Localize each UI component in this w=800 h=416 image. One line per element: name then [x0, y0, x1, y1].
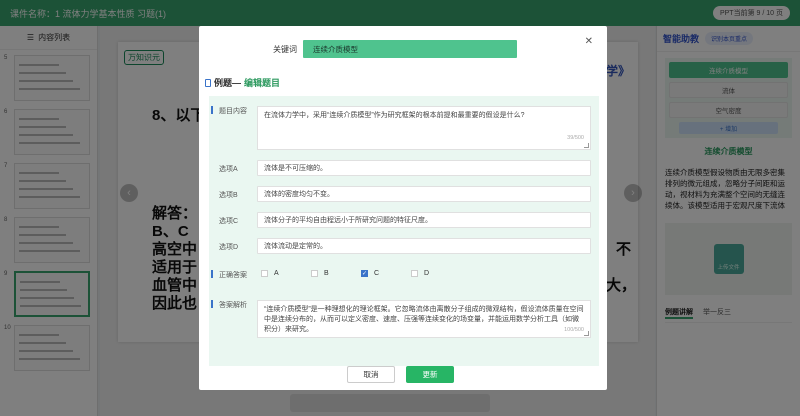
question-char-count: 39/500 [567, 135, 584, 141]
answer-letter: C [374, 270, 380, 277]
analysis-char-count: 100/500 [564, 325, 584, 335]
question-row: 题目内容 在流体力学中，采用“连续介质模型”作为研究框架的根本前提和最重要的假设… [209, 106, 591, 150]
option-row: 选项D 流体流动是定常的。 [209, 238, 591, 254]
answer-option-b[interactable]: B [311, 270, 351, 277]
question-label: 题目内容 [209, 106, 257, 116]
option-input[interactable]: 流体分子的平均自由程远小于所研究问题的特征尺度。 [257, 212, 591, 228]
option-label: 选项A [219, 166, 238, 173]
option-label: 选项D [219, 244, 239, 251]
answer-row: 正确答案 A B ✓ C D [209, 270, 451, 280]
analysis-text: “连续介质模型”是一种理想化的理论框架。它忽略流体由离散分子组成的微观结构，假设… [264, 306, 584, 333]
resize-handle-icon[interactable] [584, 331, 589, 336]
keyword-label: 关键词 [273, 44, 297, 54]
update-button[interactable]: 更新 [406, 366, 454, 383]
analysis-label: 答案解析 [209, 300, 257, 310]
option-input[interactable]: 流体流动是定常的。 [257, 238, 591, 254]
analysis-textarea[interactable]: “连续介质模型”是一种理想化的理论框架。它忽略流体由离散分子组成的微观结构，假设… [257, 300, 591, 338]
answer-option-a[interactable]: A [261, 270, 301, 277]
option-input[interactable]: 流体的密度均匀不变。 [257, 186, 591, 202]
cancel-button[interactable]: 取消 [347, 366, 395, 383]
edit-question-modal: ✕ 关键词 连续介质模型 例题— 编辑题目 题目内容 在流体力学中，采用“连续介质… [199, 26, 607, 390]
checkbox-checked[interactable]: ✓ [361, 270, 368, 277]
answer-label: 正确答案 [209, 270, 257, 280]
resize-handle-icon[interactable] [584, 143, 589, 148]
answer-letter: D [424, 270, 430, 277]
example-accent: 编辑题目 [244, 78, 281, 88]
example-prefix: 例题— [214, 78, 242, 88]
option-row: 选项A 流体是不可压缩的。 [209, 160, 591, 176]
close-icon[interactable]: ✕ [585, 36, 593, 47]
checkbox[interactable] [261, 270, 268, 277]
option-label: 选项B [219, 192, 238, 199]
answer-letter: A [274, 270, 279, 277]
option-row: 选项C 流体分子的平均自由程远小于所研究问题的特征尺度。 [209, 212, 591, 228]
answer-choices: A B ✓ C D [257, 270, 451, 277]
analysis-row: 答案解析 “连续介质模型”是一种理想化的理论框架。它忽略流体由离散分子组成的微观… [209, 300, 591, 338]
option-row: 选项B 流体的密度均匀不变。 [209, 186, 591, 202]
answer-option-d[interactable]: D [411, 270, 451, 277]
option-label: 选项C [219, 218, 239, 225]
question-text: 在流体力学中，采用“连续介质模型”作为研究框架的根本前提和最重要的假设是什么? [264, 112, 525, 119]
keyword-row: 关键词 连续介质模型 [273, 40, 517, 58]
example-heading: 例题— 编辑题目 [205, 76, 280, 89]
checkbox[interactable] [311, 270, 318, 277]
answer-letter: B [324, 270, 329, 277]
keyword-value: 连续介质模型 [303, 40, 517, 58]
answer-option-c[interactable]: ✓ C [361, 270, 401, 277]
question-textarea[interactable]: 在流体力学中，采用“连续介质模型”作为研究框架的根本前提和最重要的假设是什么? … [257, 106, 591, 150]
document-icon [205, 78, 211, 87]
question-form: 题目内容 在流体力学中，采用“连续介质模型”作为研究框架的根本前提和最重要的假设… [209, 96, 599, 366]
option-input[interactable]: 流体是不可压缩的。 [257, 160, 591, 176]
checkbox[interactable] [411, 270, 418, 277]
